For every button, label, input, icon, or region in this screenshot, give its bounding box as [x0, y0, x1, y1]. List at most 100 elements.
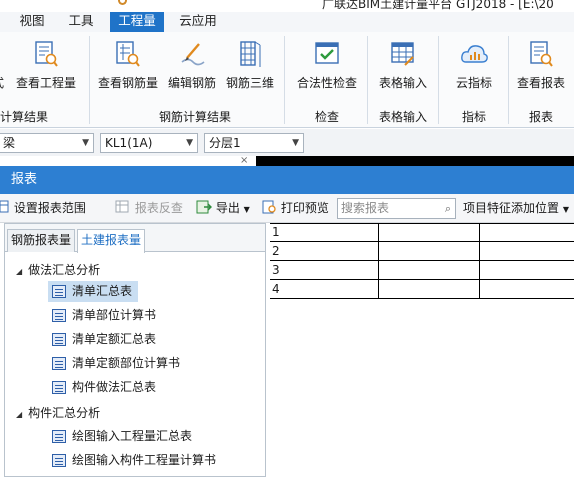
undo-icon[interactable] — [118, 0, 127, 5]
report-doc-icon — [52, 309, 66, 322]
grid-row-number: 4 — [272, 282, 280, 296]
print-preview-button[interactable]: 打印预览 — [261, 199, 329, 217]
tree-item-component-method-summary[interactable]: 构件做法汇总表 — [48, 377, 162, 398]
print-preview-icon — [262, 200, 276, 214]
export-icon — [196, 200, 212, 214]
reverse-lookup-icon — [115, 200, 129, 213]
view-rebar-icon — [116, 41, 140, 67]
rebar-3d-icon — [240, 41, 261, 67]
grid-line — [270, 260, 574, 261]
cloud-index-label: 云指标 — [455, 76, 492, 90]
report-toolbar: 设置报表范围 报表反查 导出 ▼ 打印预览 搜索报表 ⌕ 项目特征添加位置 ▼ — [0, 194, 574, 223]
edit-rebar-icon — [181, 43, 205, 66]
tree-item-bill-summary[interactable]: 清单汇总表 — [48, 281, 139, 302]
grid-row-number: 2 — [272, 244, 280, 258]
tree-group-method-summary[interactable]: ◢ 做法汇总分析 — [16, 261, 100, 278]
grid-line — [270, 298, 574, 299]
group-label-index: 指标 — [461, 110, 486, 124]
rebar-3d-button[interactable]: 钢筋三维 — [224, 36, 276, 96]
tree-item-bill-quota-summary[interactable]: 清单定额汇总表 — [48, 329, 162, 350]
tab-view[interactable]: 视图 — [12, 12, 52, 32]
feature-position-label: 项目特征添加位置 — [463, 201, 560, 215]
grid-line — [479, 223, 480, 299]
tree-item-label: 清单定额汇总表 — [72, 332, 157, 346]
layer-select[interactable]: 分层1 ▼ — [204, 133, 304, 153]
view-rebar-label: 查看钢筋量 — [97, 76, 158, 90]
tree-item-drawing-component-calc[interactable]: 绘图输入构件工程量计算书 — [48, 450, 222, 471]
cloud-index-button[interactable]: 云指标 — [448, 36, 500, 96]
selector-bar: 梁 ▼ KL1(1A) ▼ 分层1 ▼ — [0, 129, 574, 156]
grid-row-number: 3 — [272, 263, 280, 277]
grid-line — [270, 279, 574, 280]
feature-position-dropdown[interactable]: 项目特征添加位置 ▼ — [463, 199, 569, 217]
grid-line — [378, 223, 379, 299]
chevron-down-icon: ▼ — [243, 205, 250, 214]
table-settings-icon — [0, 200, 9, 213]
view-rebar-button[interactable]: 查看钢筋量 — [98, 36, 158, 96]
ribbon-separator — [284, 36, 285, 124]
report-doc-icon — [52, 454, 66, 467]
tab-civil-report[interactable]: 土建报表量 — [77, 229, 146, 253]
validity-check-label: 合法性检查 — [296, 76, 357, 90]
view-quantity-label: 查看工程量 — [15, 76, 76, 90]
grid-line — [270, 223, 574, 224]
table-input-icon — [391, 42, 414, 66]
tree-group-component-summary[interactable]: ◢ 构件汇总分析 — [16, 404, 100, 421]
edit-rebar-button[interactable]: 编辑钢筋 — [166, 36, 218, 96]
report-tree-panel: 钢筋报表量 土建报表量 ◢ 做法汇总分析 清单汇总表 清单部位计算书 清单定额汇总… — [4, 223, 266, 477]
tree-item-label: 绘图输入工程量汇总表 — [72, 429, 193, 443]
tab-rebar-report[interactable]: 钢筋报表量 — [7, 229, 76, 252]
reverse-lookup-label: 报表反查 — [134, 201, 183, 215]
setup-range-button[interactable]: 设置报表范围 — [0, 199, 86, 217]
chevron-down-icon: ▼ — [292, 138, 299, 148]
collapse-triangle-icon[interactable]: ◢ — [16, 267, 22, 276]
cloud-index-icon — [461, 45, 488, 63]
window-title: 广联达BIM土建计量平台 GTJ2018 - [E:\20 — [322, 0, 554, 11]
report-search-placeholder: 搜索报表 — [341, 201, 390, 215]
print-preview-label: 打印预览 — [280, 201, 329, 215]
group-label-table-input: 表格输入 — [378, 110, 427, 124]
tree-item-bill-quota-location-calc[interactable]: 清单定额部位计算书 — [48, 353, 186, 374]
export-button[interactable]: 导出 ▼ — [196, 199, 250, 217]
rebar-3d-label: 钢筋三维 — [225, 76, 274, 90]
report-doc-icon — [52, 430, 66, 443]
report-doc-icon — [52, 381, 66, 394]
tree-item-drawing-quantity-summary[interactable]: 绘图输入工程量汇总表 — [48, 426, 198, 447]
validity-check-button[interactable]: 合法性检查 — [296, 36, 358, 96]
grid-row-number: 1 — [272, 225, 280, 239]
export-label: 导出 — [215, 201, 240, 215]
ribbon: 式 查看工程量 查看钢筋量 编辑钢筋 — [0, 32, 574, 128]
window-title-bar: 广联达BIM土建计量平台 GTJ2018 - [E:\20 — [0, 0, 574, 12]
group-label-calc-results: 计算结果 — [0, 110, 48, 124]
component-type-select[interactable]: 梁 ▼ — [0, 133, 94, 153]
drawing-canvas[interactable] — [256, 156, 574, 166]
table-input-label: 表格输入 — [378, 76, 427, 90]
chevron-down-icon: ▼ — [82, 138, 89, 148]
close-icon[interactable]: × — [240, 156, 248, 166]
tree-item-label: 绘图输入构件工程量计算书 — [72, 453, 217, 467]
collapse-triangle-icon[interactable]: ◢ — [16, 410, 22, 419]
component-value: KL1(1A) — [105, 136, 153, 150]
table-input-button[interactable]: 表格输入 — [376, 36, 430, 96]
tree-item-label: 构件做法汇总表 — [72, 380, 157, 394]
component-select[interactable]: KL1(1A) ▼ — [100, 133, 198, 153]
tree-item-label: 清单定额部位计算书 — [72, 356, 181, 370]
reverse-lookup-button[interactable]: 报表反查 — [115, 199, 183, 217]
chevron-down-icon: ▼ — [562, 205, 569, 214]
tree-item-bill-location-calc[interactable]: 清单部位计算书 — [48, 305, 162, 326]
tree-item-label: 清单部位计算书 — [72, 308, 157, 322]
tree-item-label: 清单汇总表 — [72, 284, 133, 298]
tree-group-label: 做法汇总分析 — [28, 263, 101, 277]
tree-group-label: 构件汇总分析 — [28, 406, 101, 420]
report-preview-grid[interactable]: 1 2 3 4 — [270, 223, 574, 299]
tab-cloud[interactable]: 云应用 — [175, 12, 221, 32]
search-icon[interactable]: ⌕ — [445, 199, 451, 218]
tab-quantity[interactable]: 工程量 — [110, 12, 164, 32]
tab-tools[interactable]: 工具 — [61, 12, 101, 32]
report-search-input[interactable]: 搜索报表 ⌕ — [337, 198, 456, 219]
setup-range-label: 设置报表范围 — [13, 201, 86, 215]
view-quantity-button[interactable]: 查看工程量 — [16, 36, 76, 96]
report-doc-icon — [52, 333, 66, 346]
view-report-button[interactable]: 查看报表 — [516, 36, 566, 96]
group-label-report: 报表 — [528, 110, 553, 124]
